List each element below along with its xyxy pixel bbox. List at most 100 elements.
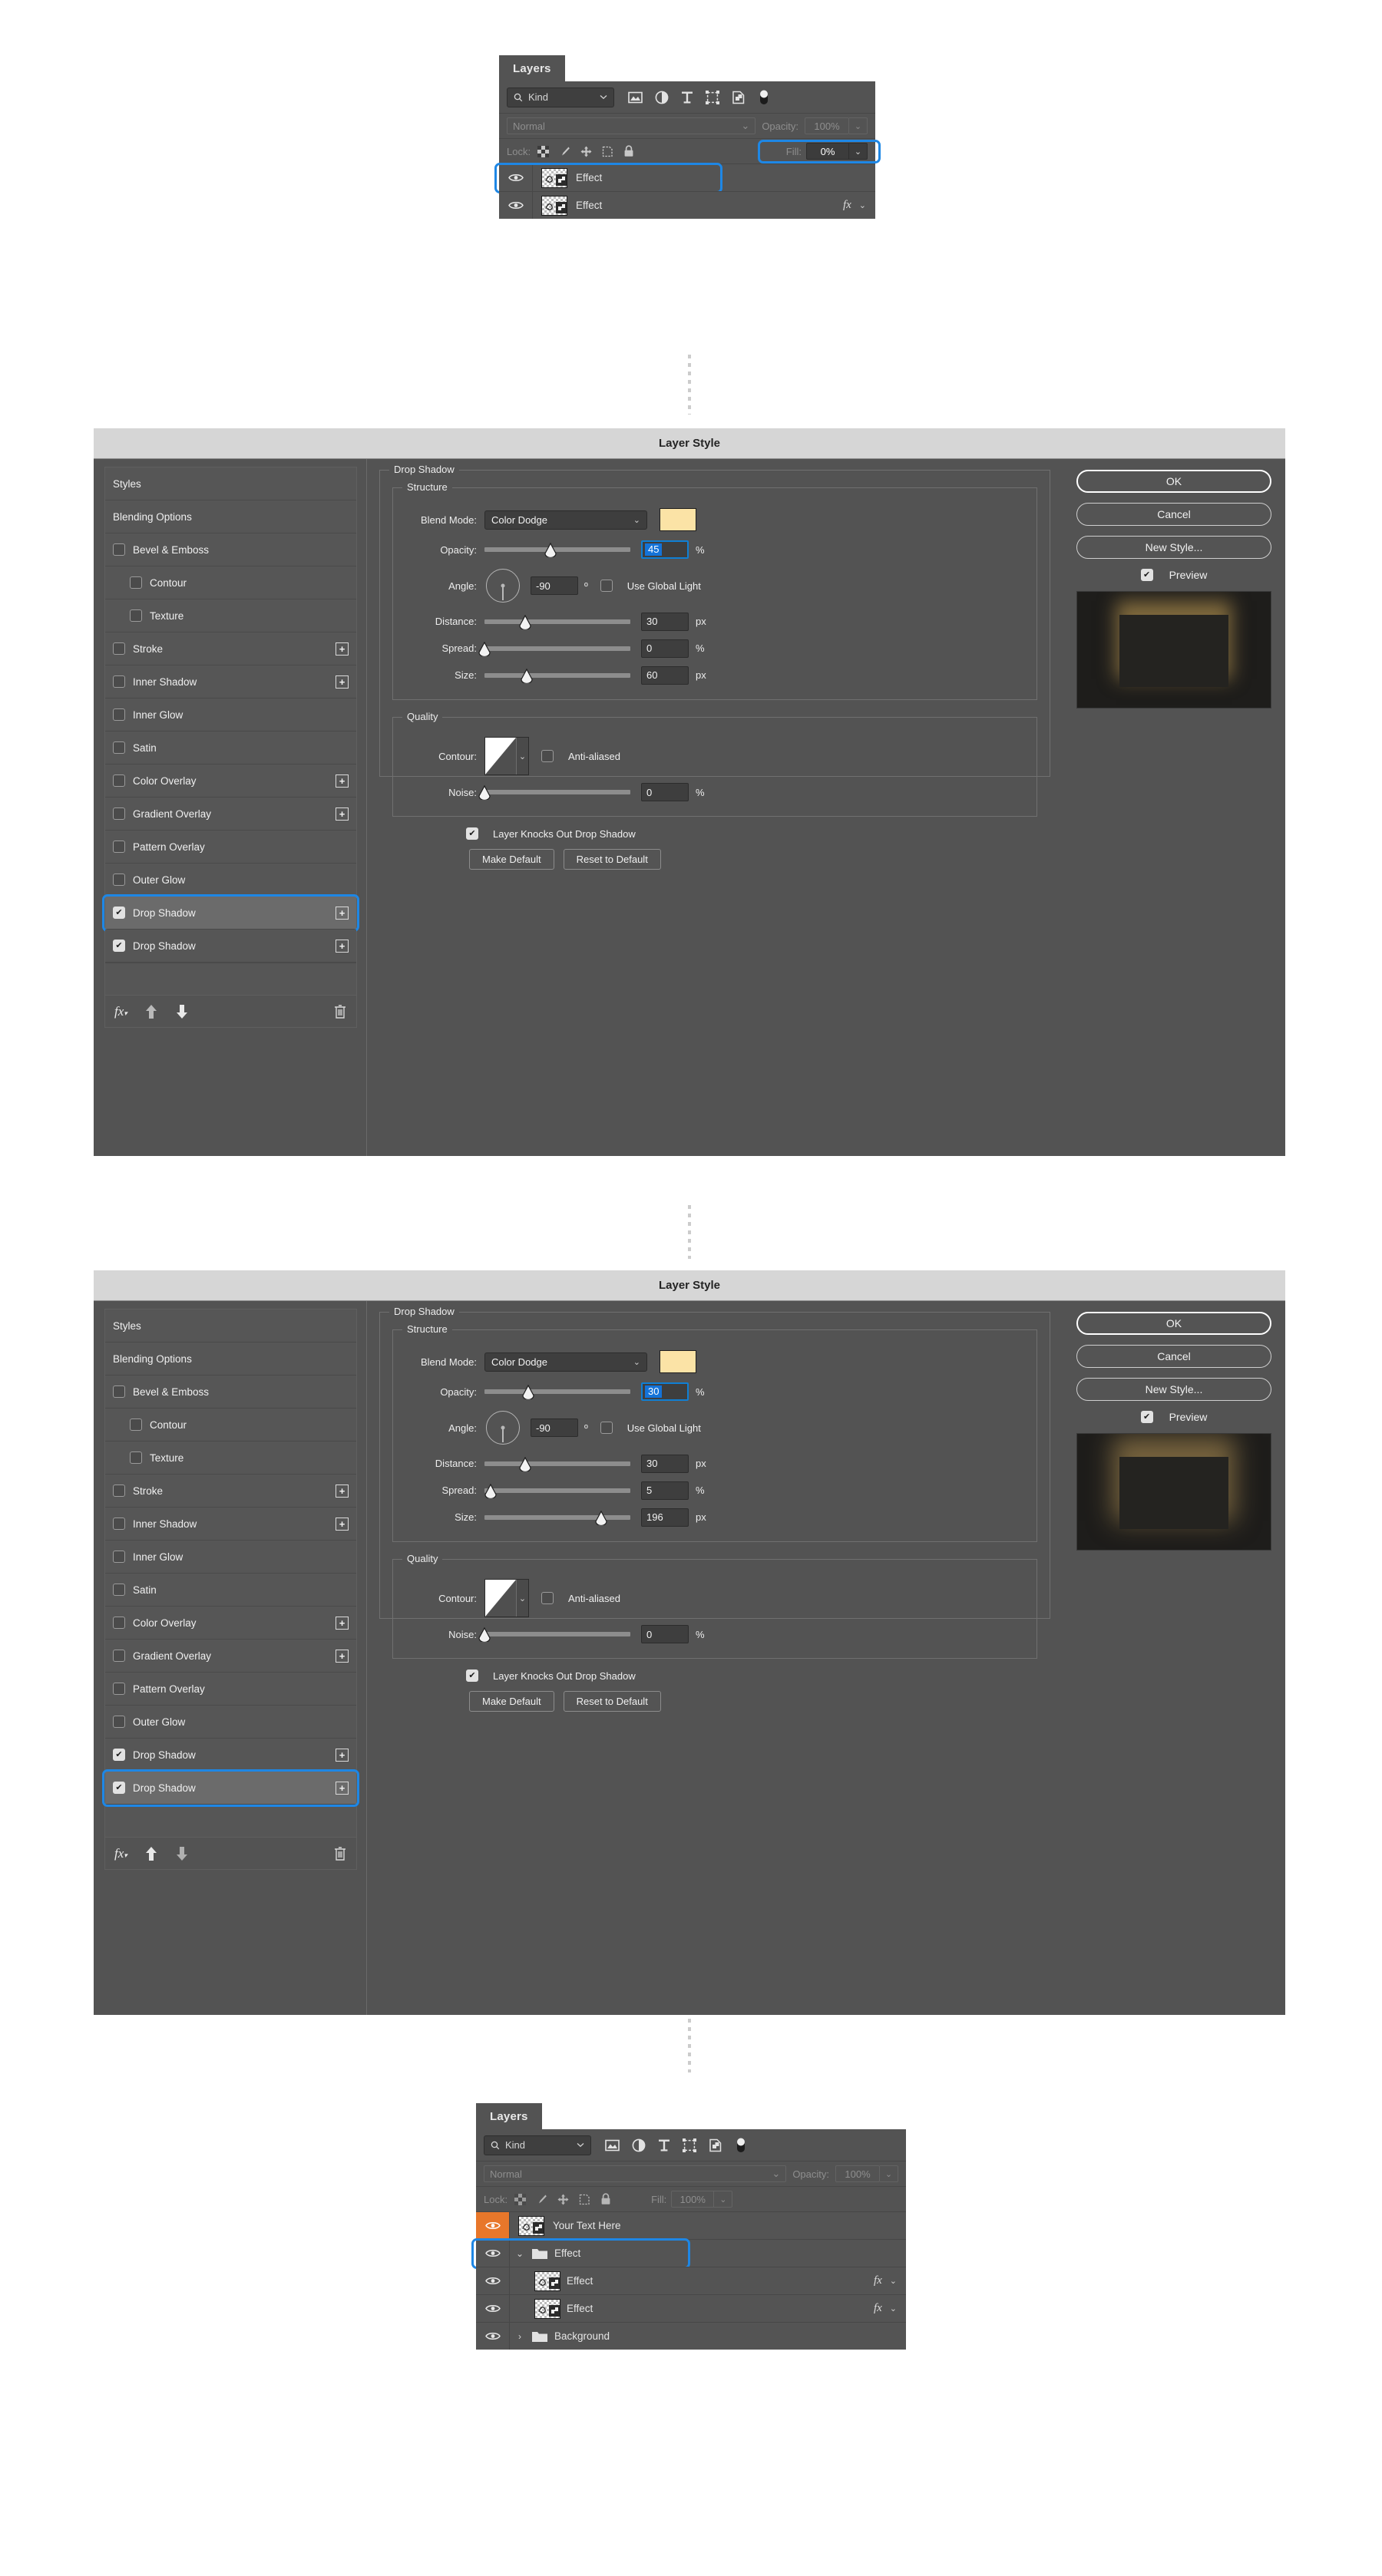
- move-up-icon[interactable]: [144, 1846, 158, 1861]
- fx-icon[interactable]: fx: [843, 199, 851, 212]
- effect-enable-checkbox[interactable]: ✔: [113, 940, 125, 952]
- layer-visibility-toggle[interactable]: [476, 2295, 510, 2322]
- effect-enable-checkbox[interactable]: [113, 841, 125, 853]
- lock-transparent-pixels-icon[interactable]: [537, 145, 550, 157]
- lock-artboard-nesting-icon[interactable]: [579, 2194, 590, 2205]
- table-row[interactable]: Effect fx ⌄: [476, 2294, 906, 2322]
- preview-checkbox[interactable]: ✔: [1140, 1411, 1153, 1423]
- effect-enable-checkbox[interactable]: [113, 874, 125, 886]
- new-style-button[interactable]: New Style...: [1076, 536, 1271, 559]
- noise-slider[interactable]: [478, 784, 630, 800]
- slider-knob[interactable]: [521, 668, 534, 683]
- effect-list-item[interactable]: Inner Glow: [105, 1541, 356, 1574]
- fx-icon[interactable]: fx: [874, 2274, 882, 2287]
- blend-mode-dropdown[interactable]: Color Dodge ⌄: [484, 510, 647, 530]
- blend-mode-dropdown[interactable]: Normal ⌄: [484, 2165, 787, 2182]
- layer-visibility-toggle[interactable]: [499, 164, 533, 191]
- add-effect-instance-button[interactable]: +: [336, 642, 349, 656]
- trash-icon[interactable]: [333, 1004, 347, 1019]
- shape-layers-icon[interactable]: [683, 2138, 696, 2152]
- effect-list-item[interactable]: Contour: [105, 566, 356, 599]
- effect-list-item[interactable]: Texture: [105, 1442, 356, 1475]
- effect-list-item[interactable]: Color Overlay +: [105, 765, 356, 798]
- cancel-button[interactable]: Cancel: [1076, 1345, 1271, 1368]
- table-row[interactable]: Effect fx ⌄: [499, 191, 875, 219]
- type-layers-icon[interactable]: [681, 91, 693, 104]
- table-row[interactable]: Effect fx ⌄: [476, 2267, 906, 2294]
- effect-enable-checkbox[interactable]: [130, 609, 142, 622]
- smart-object-icon[interactable]: [732, 91, 746, 104]
- lock-transparent-pixels-icon[interactable]: [514, 2193, 527, 2205]
- slider-knob[interactable]: [544, 543, 557, 557]
- effect-enable-checkbox[interactable]: [113, 543, 125, 556]
- slider-knob[interactable]: [478, 785, 491, 800]
- layer-visibility-toggle[interactable]: [476, 2240, 510, 2267]
- trash-icon[interactable]: [333, 1846, 347, 1861]
- add-effect-instance-button[interactable]: +: [336, 774, 349, 788]
- effect-enable-checkbox[interactable]: [113, 1584, 125, 1596]
- effect-enable-checkbox[interactable]: ✔: [113, 1782, 125, 1794]
- chevron-down-icon[interactable]: ⌄: [890, 2276, 897, 2286]
- spread-slider[interactable]: [478, 641, 630, 656]
- effect-list-item[interactable]: Gradient Overlay +: [105, 1640, 356, 1673]
- ok-button[interactable]: OK: [1076, 1312, 1271, 1335]
- add-effect-instance-button[interactable]: +: [336, 1484, 349, 1498]
- slider-knob[interactable]: [519, 614, 532, 629]
- fx-icon[interactable]: fx▾: [114, 1846, 127, 1861]
- angle-input[interactable]: -90: [531, 576, 578, 595]
- spread-slider[interactable]: [484, 1483, 630, 1498]
- distance-input[interactable]: 30: [641, 612, 689, 631]
- effect-list-item[interactable]: Bevel & Emboss: [105, 533, 356, 566]
- smart-object-icon[interactable]: [709, 2138, 722, 2152]
- chevron-down-icon[interactable]: ⌄: [516, 738, 528, 774]
- add-effect-instance-button[interactable]: +: [336, 1517, 349, 1531]
- table-row[interactable]: ⌄ Effect: [471, 2238, 906, 2269]
- lock-all-icon[interactable]: [600, 2193, 611, 2205]
- effect-list-item[interactable]: Stroke +: [105, 632, 356, 665]
- group-expand-toggle[interactable]: ›: [510, 2331, 530, 2342]
- distance-slider[interactable]: [484, 1456, 630, 1471]
- add-effect-instance-button[interactable]: +: [336, 1781, 349, 1795]
- lock-image-pixels-icon[interactable]: [559, 146, 570, 157]
- make-default-button[interactable]: Make Default: [469, 849, 554, 870]
- lock-image-pixels-icon[interactable]: [536, 2194, 547, 2205]
- effect-list-item[interactable]: ✔ Drop Shadow +: [105, 1739, 356, 1772]
- slider-knob[interactable]: [478, 641, 491, 656]
- lock-position-icon[interactable]: [580, 146, 592, 157]
- effect-list-item[interactable]: Color Overlay +: [105, 1607, 356, 1640]
- opacity-slider[interactable]: [484, 542, 630, 557]
- tab-layers[interactable]: Layers: [499, 55, 565, 81]
- slider-knob[interactable]: [478, 1627, 491, 1642]
- effect-list-item[interactable]: Blending Options: [105, 500, 356, 533]
- effect-list-item[interactable]: Outer Glow: [105, 1706, 356, 1739]
- add-effect-instance-button[interactable]: +: [336, 939, 349, 953]
- angle-dial[interactable]: [486, 569, 520, 603]
- pixel-layers-icon[interactable]: [628, 91, 643, 104]
- layer-knocks-out-checkbox[interactable]: ✔: [466, 827, 478, 840]
- spread-input[interactable]: 5: [641, 1481, 689, 1500]
- pixel-layers-icon[interactable]: [605, 2139, 620, 2152]
- effect-enable-checkbox[interactable]: [113, 741, 125, 754]
- move-down-icon[interactable]: [175, 1846, 189, 1861]
- effect-enable-checkbox[interactable]: [113, 1683, 125, 1695]
- effect-list-item[interactable]: Contour: [105, 1409, 356, 1442]
- effect-list-item[interactable]: Inner Shadow +: [105, 665, 356, 698]
- layer-knocks-out-checkbox[interactable]: ✔: [466, 1669, 478, 1682]
- effect-enable-checkbox[interactable]: [113, 1617, 125, 1629]
- effect-list-item[interactable]: Satin: [105, 732, 356, 765]
- adjustment-layers-icon[interactable]: [632, 2138, 646, 2152]
- noise-input[interactable]: 0: [641, 1625, 689, 1643]
- reset-to-default-button[interactable]: Reset to Default: [563, 1691, 661, 1712]
- effect-enable-checkbox[interactable]: [113, 1385, 125, 1398]
- effect-list-item[interactable]: Styles: [105, 1309, 356, 1342]
- effect-enable-checkbox[interactable]: [113, 1650, 125, 1662]
- slider-knob[interactable]: [522, 1385, 535, 1399]
- chevron-down-icon[interactable]: ⌄: [516, 1580, 528, 1617]
- layer-visibility-toggle[interactable]: [476, 2212, 510, 2239]
- blend-mode-dropdown[interactable]: Color Dodge ⌄: [484, 1352, 647, 1372]
- fill-stepper[interactable]: ⌄: [849, 143, 868, 160]
- make-default-button[interactable]: Make Default: [469, 1691, 554, 1712]
- ok-button[interactable]: OK: [1076, 470, 1271, 493]
- effect-enable-checkbox[interactable]: [130, 576, 142, 589]
- opacity-stepper[interactable]: ⌄: [880, 2165, 898, 2182]
